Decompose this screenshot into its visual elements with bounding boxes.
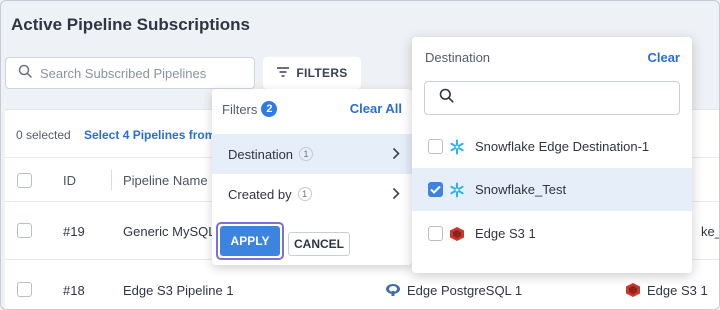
filters-button[interactable]: FILTERS [263,57,361,89]
page-title: Active Pipeline Subscriptions [11,15,251,34]
filter-item-count: 1 [299,147,314,161]
active-filter-count-badge: 2 [261,101,278,117]
filter-item-created-by[interactable]: Created by 1 [212,174,412,214]
column-divider [111,170,112,190]
pipeline-id: #19 [63,224,85,239]
snowflake-icon [448,181,466,199]
search-icon [439,88,454,108]
source-name: Edge PostgreSQL 1 [407,283,523,298]
filters-title: Filters [222,101,258,117]
chevron-right-icon [392,187,400,203]
filters-popover: Filters 2 Clear All Destination 1 Create… [212,89,412,265]
apply-button[interactable]: APPLY [220,226,280,256]
pipeline-name[interactable]: Generic MySQL [123,224,215,239]
app-window: Active Pipeline Subscriptions FILTERS 0 … [0,0,720,310]
filter-item-destination[interactable]: Destination 1 [212,134,412,174]
pipeline-search[interactable] [5,57,255,89]
filter-item-label: Created by [228,186,292,202]
destination-clear-link[interactable]: Clear [647,50,680,65]
chevron-right-icon [392,147,400,163]
column-header-pipeline-name[interactable]: Pipeline Name [123,173,208,188]
pipeline-name[interactable]: Edge S3 Pipeline 1 [123,283,234,298]
row-checkbox[interactable] [17,223,32,238]
selected-count: 0 selected [16,128,71,142]
column-header-id[interactable]: ID [63,173,76,188]
filter-icon [276,66,290,81]
filter-item-count: 1 [297,187,312,201]
search-input[interactable] [40,65,240,81]
apply-button-focus-ring: APPLY [216,222,284,260]
option-label: Edge S3 1 [475,226,536,241]
filters-popover-header: Filters 2 [222,101,278,117]
destination-option[interactable]: Edge S3 1 [412,212,692,255]
filters-button-label: FILTERS [296,66,348,80]
option-checkbox[interactable] [428,226,443,241]
destination-option[interactable]: Snowflake_Test [412,168,692,211]
destination-option[interactable]: Snowflake Edge Destination-1 [412,125,692,168]
pipeline-id: #18 [63,283,85,298]
destination-search-input[interactable] [462,90,672,106]
destination-name: ke_Te [701,224,719,239]
snowflake-icon [448,138,466,156]
destination-search[interactable] [424,81,680,115]
select-all-link[interactable]: Select 4 Pipelines from [84,128,215,142]
option-label: Snowflake Edge Destination-1 [475,139,650,154]
filter-item-label: Destination [228,146,294,162]
clear-all-link[interactable]: Clear All [350,101,402,116]
cancel-button[interactable]: CANCEL [288,232,350,256]
option-checkbox[interactable] [428,139,443,154]
select-all-checkbox[interactable] [17,173,32,188]
option-checkbox-checked[interactable] [428,182,443,197]
destination-name: Edge S3 1 [647,283,708,298]
destination-filter-panel: Destination Clear Snowflake Edge Destina… [412,37,692,273]
row-checkbox[interactable] [17,282,32,297]
source-icon [385,283,401,300]
search-icon [18,64,32,83]
option-label: Snowflake_Test [475,182,567,197]
s3-icon [448,225,466,243]
destination-panel-title: Destination [425,50,491,65]
s3-icon [625,282,641,301]
